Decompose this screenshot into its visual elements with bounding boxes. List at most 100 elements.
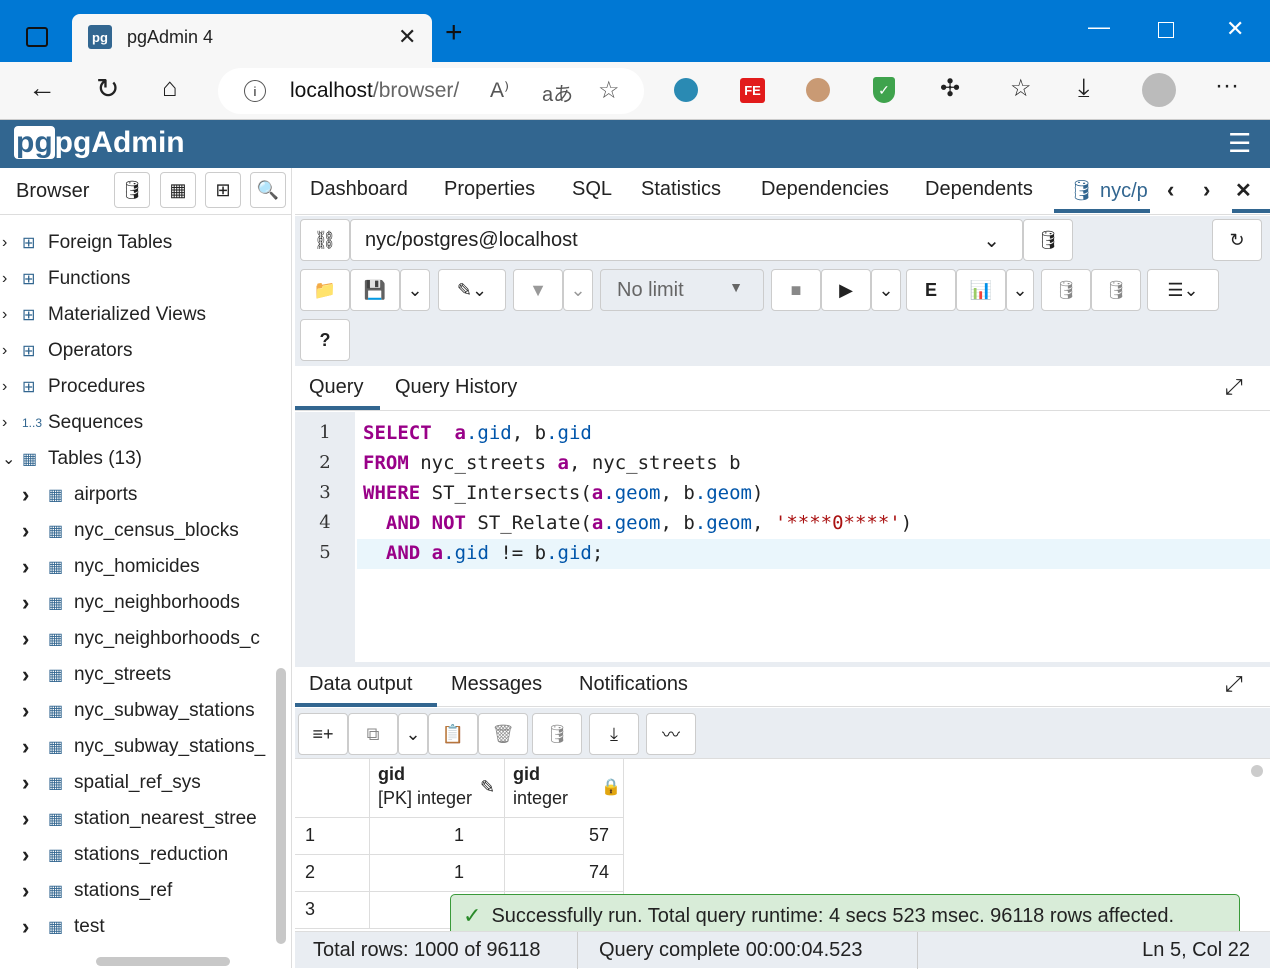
tab-notifications[interactable]: Notifications	[579, 673, 688, 696]
chevron-right-icon[interactable]: ›	[2, 306, 22, 324]
tab-dependencies[interactable]: Dependencies	[761, 178, 889, 201]
download-button[interactable]: ⤓	[589, 713, 639, 755]
tree-item[interactable]: › 1..3 Sequences	[2, 405, 143, 441]
sql-editor[interactable]: 1 SELECT a.gid, b.gid 2 FROM nyc_streets a,…	[295, 412, 1270, 662]
tab-query[interactable]: Query	[309, 376, 363, 399]
stop-button[interactable]: ■	[771, 269, 821, 311]
chevron-right-icon[interactable]: ›	[22, 626, 48, 652]
downloads-icon[interactable]: ⤓	[1078, 72, 1090, 104]
tree-item[interactable]: › ▦ nyc_neighborhoods_c	[22, 621, 260, 657]
tab-query-history[interactable]: Query History	[395, 376, 517, 399]
copy-options-dropdown[interactable]: ⌄	[398, 713, 428, 755]
refresh-icon[interactable]: ↻	[96, 72, 119, 105]
tab-statistics[interactable]: Statistics	[641, 178, 721, 201]
tree-item[interactable]: › ▦ nyc_census_blocks	[22, 513, 239, 549]
tabs-scroll-left-icon[interactable]: ‹	[1167, 177, 1174, 203]
tab-properties[interactable]: Properties	[444, 178, 535, 201]
refresh-button[interactable]: ↻	[1212, 219, 1262, 261]
view-data-button[interactable]: ▦	[160, 172, 196, 208]
tree-item[interactable]: › ▦ test	[22, 909, 105, 945]
tab-query-tool[interactable]: 🛢 nyc/p	[1069, 178, 1148, 203]
chevron-right-icon[interactable]: ›	[22, 554, 48, 580]
close-tab-icon[interactable]: ✕	[1235, 178, 1252, 203]
add-row-button[interactable]: ≡+	[298, 713, 348, 755]
chevron-down-icon[interactable]: ⌄	[2, 449, 22, 469]
favorites-icon[interactable]: ☆	[1010, 74, 1032, 103]
chevron-right-icon[interactable]: ›	[22, 518, 48, 544]
commit-button[interactable]: 🛢	[1041, 269, 1091, 311]
execute-options-dropdown[interactable]: ⌄	[871, 269, 901, 311]
graph-visualiser-button[interactable]: 〰	[646, 713, 696, 755]
tree-item[interactable]: › ▦ nyc_neighborhoods	[22, 585, 240, 621]
execute-button[interactable]: ▶	[821, 269, 871, 311]
close-tab-icon[interactable]: ✕	[398, 24, 416, 50]
chevron-right-icon[interactable]: ›	[22, 806, 48, 832]
filter-options-dropdown[interactable]: ⌄	[563, 269, 593, 311]
read-aloud-icon[interactable]: A⁾	[490, 78, 509, 103]
chevron-right-icon[interactable]: ›	[2, 270, 22, 288]
row-number[interactable]: 2	[295, 855, 370, 892]
open-file-button[interactable]: 📁	[300, 269, 350, 311]
tabs-scroll-right-icon[interactable]: ›	[1203, 177, 1210, 203]
limit-select[interactable]: No limit ▼	[600, 269, 764, 311]
connection-status-icon[interactable]: ⛓	[300, 219, 350, 261]
expand-icon[interactable]: ⤢	[1225, 374, 1243, 400]
rollback-button[interactable]: 🛢	[1091, 269, 1141, 311]
new-connection-button[interactable]: 🛢	[1023, 219, 1073, 261]
row-number[interactable]: 3	[295, 892, 370, 929]
tree-item[interactable]: › ⊞ Operators	[2, 333, 132, 369]
hamburger-menu-icon[interactable]: ☰	[1228, 128, 1251, 159]
tree-item[interactable]: › ▦ nyc_streets	[22, 657, 171, 693]
tree-item[interactable]: › ▦ stations_ref	[22, 873, 172, 909]
paste-button[interactable]: 📋	[428, 713, 478, 755]
column-header-gid-pk[interactable]: gid [PK] integer ✎	[370, 759, 505, 818]
tree-item[interactable]: › ⊞ Materialized Views	[2, 297, 206, 333]
tab-actions-icon[interactable]	[26, 27, 48, 47]
explain-options-dropdown[interactable]: ⌄	[1006, 269, 1034, 311]
explain-button[interactable]: E	[906, 269, 956, 311]
tree-item[interactable]: › ▦ nyc_subway_stations_	[22, 729, 265, 765]
chevron-right-icon[interactable]: ›	[22, 842, 48, 868]
chevron-right-icon[interactable]: ›	[22, 878, 48, 904]
grid-scrollbar[interactable]	[1251, 765, 1263, 777]
chevron-right-icon[interactable]: ›	[22, 770, 48, 796]
profile-avatar[interactable]	[1142, 73, 1176, 107]
minimize-icon[interactable]: —	[1088, 14, 1110, 40]
chevron-right-icon[interactable]: ›	[2, 414, 22, 432]
tab-dashboard[interactable]: Dashboard	[310, 178, 408, 201]
chevron-right-icon[interactable]: ›	[22, 662, 48, 688]
filter-button[interactable]: ▼	[513, 269, 563, 311]
grid-cell[interactable]: 1	[370, 818, 505, 855]
tab-data-output[interactable]: Data output	[309, 673, 412, 696]
filtered-rows-button[interactable]: ⊞	[205, 172, 241, 208]
expand-icon[interactable]: ⤢	[1225, 671, 1243, 697]
extensions-icon[interactable]: ✣	[940, 74, 960, 103]
chevron-right-icon[interactable]: ›	[22, 482, 48, 508]
macros-dropdown-button[interactable]: ☰⌄	[1147, 269, 1219, 311]
grid-cell[interactable]: 1	[370, 855, 505, 892]
back-icon[interactable]: ←	[28, 72, 56, 104]
save-file-button[interactable]: 💾	[350, 269, 400, 311]
browser-tab[interactable]: pg pgAdmin 4 ✕	[72, 14, 432, 62]
home-icon[interactable]: ⌂	[162, 72, 178, 103]
extension-bowl-icon[interactable]	[674, 78, 698, 102]
tab-messages[interactable]: Messages	[451, 673, 542, 696]
copy-button[interactable]: ⧉	[348, 713, 398, 755]
more-menu-icon[interactable]: ···	[1215, 72, 1239, 100]
save-options-dropdown[interactable]: ⌄	[400, 269, 430, 311]
maximize-icon[interactable]	[1158, 22, 1174, 38]
chevron-right-icon[interactable]: ›	[22, 734, 48, 760]
edit-dropdown-button[interactable]: ✎⌄	[438, 269, 506, 311]
tree-item[interactable]: › ▦ airports	[22, 477, 137, 513]
tree-item[interactable]: › ▦ station_nearest_stree	[22, 801, 257, 837]
grid-cell[interactable]: 74	[505, 855, 624, 892]
site-info-icon[interactable]: i	[244, 80, 266, 102]
column-header-gid[interactable]: gid integer 🔒	[505, 759, 624, 818]
extension-fe-icon[interactable]: FE	[740, 78, 765, 103]
chevron-right-icon[interactable]: ›	[22, 590, 48, 616]
chevron-right-icon[interactable]: ›	[22, 698, 48, 724]
query-tool-button[interactable]: 🛢	[114, 172, 150, 208]
chevron-right-icon[interactable]: ›	[22, 914, 48, 940]
tree-item[interactable]: › ▦ nyc_subway_stations	[22, 693, 255, 729]
translate-icon[interactable]: aあ	[542, 78, 573, 107]
